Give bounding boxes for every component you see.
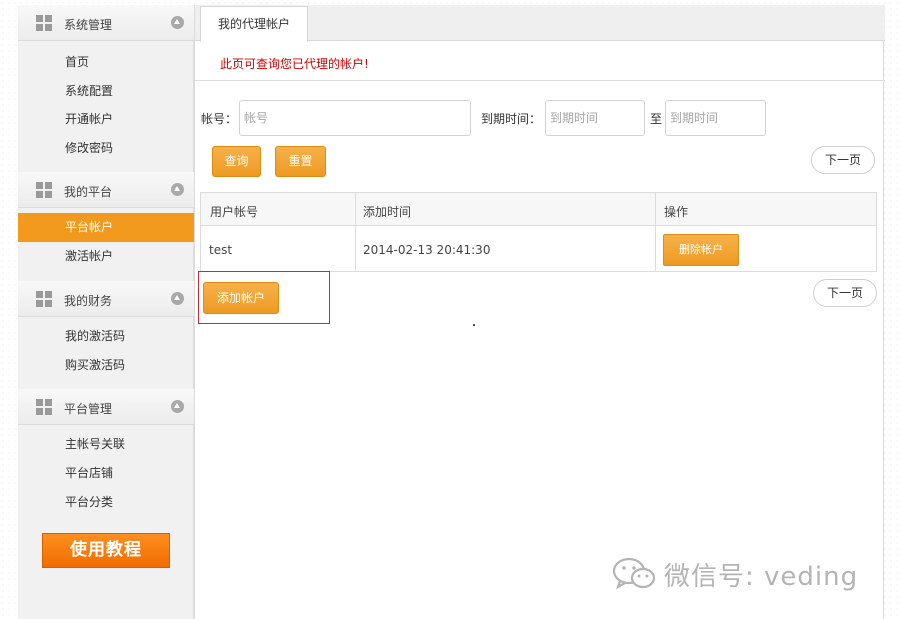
grid-icon <box>36 182 52 198</box>
collapse-icon[interactable] <box>171 16 184 29</box>
sidebar-section-my-platform[interactable]: 我的平台 <box>18 172 194 208</box>
accounts-table: 用户帐号 添加时间 操作 test 2014-02-13 20:41:30 删除… <box>200 192 877 272</box>
tutorial-button[interactable]: 使用教程 <box>42 533 170 568</box>
grid-icon <box>36 15 52 31</box>
highlight-box <box>198 271 330 324</box>
tab-my-agent-accounts[interactable]: 我的代理帐户 <box>200 6 308 42</box>
divider <box>195 80 885 81</box>
expiry-label: 到期时间： <box>481 112 542 126</box>
grid-icon <box>36 399 52 415</box>
next-page-button-bottom[interactable]: 下一页 <box>813 279 877 307</box>
notice-text: 此页可查询您已代理的帐户! <box>220 57 369 71</box>
sidebar-item-change-password[interactable]: 修改密码 <box>18 134 194 163</box>
column-header-account: 用户帐号 <box>210 205 259 219</box>
sidebar-section-system[interactable]: 系统管理 <box>18 5 194 41</box>
sidebar-section-platform-management[interactable]: 平台管理 <box>18 389 194 425</box>
sidebar: 系统管理 首页 系统配置 开通帐户 修改密码 我的平台 平台帐户 激活帐户 我的… <box>18 5 194 619</box>
sidebar-section-title: 系统管理 <box>64 18 113 32</box>
delete-account-button[interactable]: 删除帐户 <box>663 234 739 266</box>
cell-account: test <box>209 243 233 257</box>
sidebar-item-platform-categories[interactable]: 平台分类 <box>18 488 194 517</box>
sidebar-item-home[interactable]: 首页 <box>18 48 194 77</box>
reset-button[interactable]: 重置 <box>275 146 326 177</box>
watermark-text: 微信号: veding <box>664 561 859 592</box>
sidebar-item-platform-accounts[interactable]: 平台帐户 <box>18 213 194 242</box>
expiry-end-input[interactable] <box>665 100 766 136</box>
query-button[interactable]: 查询 <box>212 146 261 177</box>
sidebar-item-buy-activation-codes[interactable]: 购买激活码 <box>18 351 194 380</box>
column-separator <box>655 193 656 271</box>
sidebar-section-title: 我的财务 <box>64 294 113 308</box>
stray-dot <box>473 324 475 326</box>
sidebar-section-my-finance[interactable]: 我的财务 <box>18 281 194 317</box>
sidebar-item-main-account-link[interactable]: 主帐号关联 <box>18 430 194 459</box>
tab-bar: 我的代理帐户 <box>195 5 885 42</box>
wechat-icon <box>612 557 656 590</box>
column-header-added-time: 添加时间 <box>363 205 412 219</box>
collapse-icon[interactable] <box>171 183 184 196</box>
collapse-icon[interactable] <box>171 292 184 305</box>
sidebar-item-my-activation-codes[interactable]: 我的激活码 <box>18 322 194 351</box>
column-header-actions: 操作 <box>664 205 689 219</box>
collapse-icon[interactable] <box>171 400 184 413</box>
next-page-button[interactable]: 下一页 <box>811 146 875 174</box>
account-label: 帐号： <box>201 112 238 126</box>
sidebar-item-open-account[interactable]: 开通帐户 <box>18 105 194 134</box>
to-label: 至 <box>650 112 663 126</box>
sidebar-section-title: 平台管理 <box>64 402 113 416</box>
expiry-start-input[interactable] <box>545 100 645 136</box>
cell-added-time: 2014-02-13 20:41:30 <box>363 243 491 257</box>
sidebar-item-system-config[interactable]: 系统配置 <box>18 77 194 106</box>
grid-icon <box>36 291 52 307</box>
sidebar-item-platform-shops[interactable]: 平台店铺 <box>18 459 194 488</box>
account-input[interactable] <box>239 100 471 136</box>
sidebar-section-title: 我的平台 <box>64 185 113 199</box>
sidebar-item-activate-account[interactable]: 激活帐户 <box>18 242 194 271</box>
column-separator <box>355 193 356 271</box>
table-header: 用户帐号 添加时间 操作 <box>201 193 876 226</box>
watermark: 微信号: veding <box>612 556 858 592</box>
